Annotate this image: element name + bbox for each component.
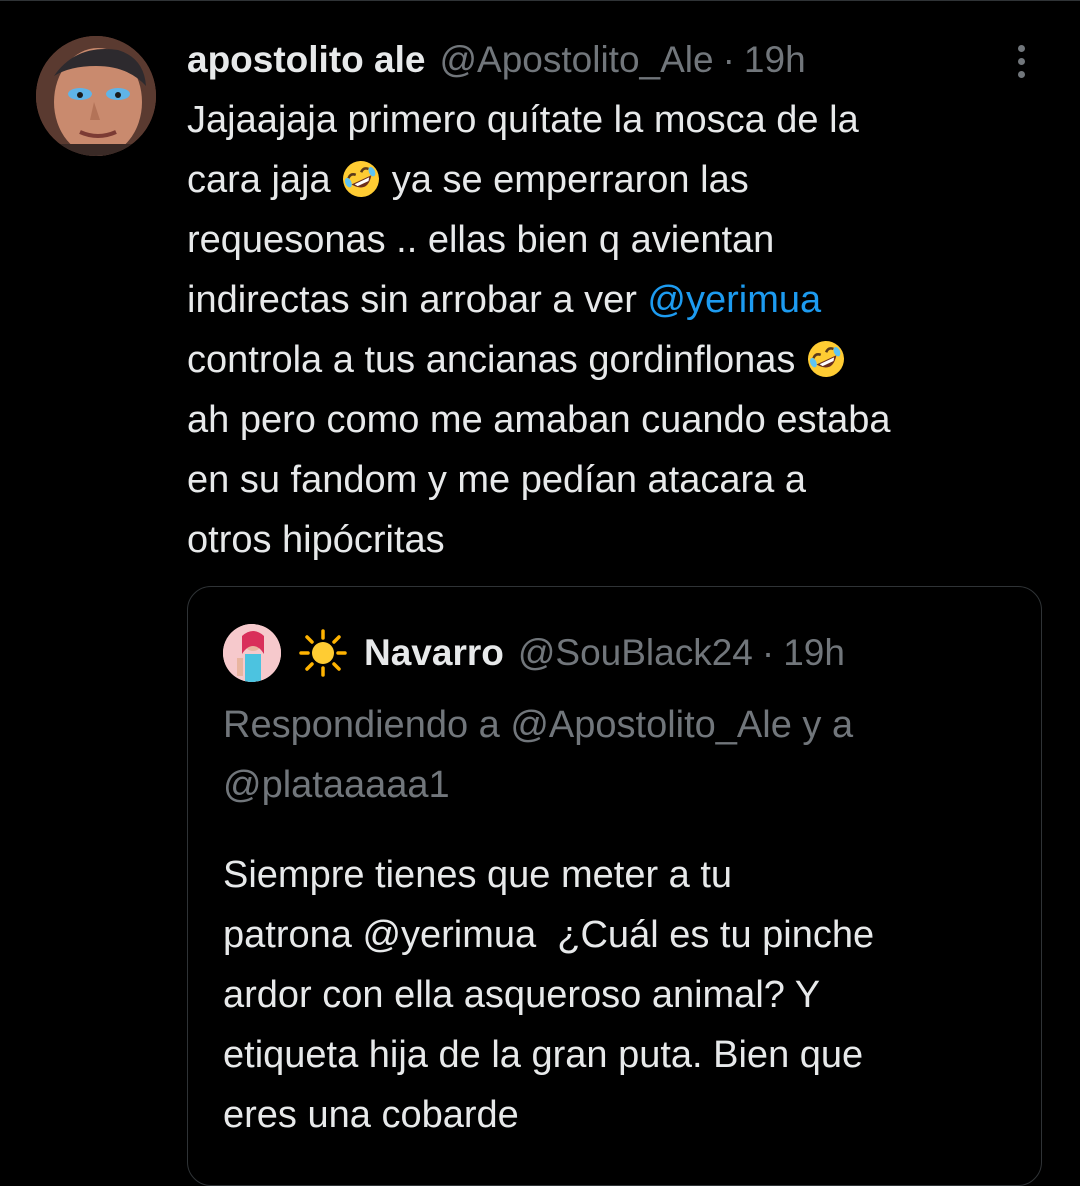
header-separator: ·: [722, 39, 735, 80]
tweet-text-line: en su fandom y me pedían atacara a: [187, 459, 806, 501]
quoted-text-line: ardor con ella asqueroso animal? Y: [223, 974, 821, 1016]
tweet-text-line: ah pero como me amaban cuando estaba: [187, 399, 891, 441]
tweet-text-line: indirectas sin arrobar a ver @yerimua: [187, 279, 822, 321]
quoted-author-display-name[interactable]: Navarro: [364, 632, 504, 674]
tweet-timestamp[interactable]: 19h: [744, 39, 806, 81]
quoted-author-avatar-image: [223, 624, 281, 682]
more-horizontal-icon: [1017, 44, 1025, 52]
quoted-tweet-header: Navarro @SouBlack24 · 19h: [298, 625, 845, 681]
quoted-text-line: etiqueta hija de la gran puta. Bien que: [223, 1034, 864, 1076]
top-divider: [0, 0, 1080, 1]
quoted-text-line: eres una cobarde: [223, 1094, 519, 1136]
tweet-text-line: Jajaajaja primero quítate la mosca de la: [187, 99, 859, 141]
tweet-text-line: cara jaja ya se emperraron las: [187, 150, 1057, 210]
author-display-name[interactable]: apostolito ale: [187, 39, 425, 81]
author-avatar-image: [36, 36, 156, 156]
rolling-on-floor-laughing-emoji: [341, 159, 381, 199]
tweet-text: Jajaajaja primero quítate la mosca de la…: [187, 90, 1057, 570]
quoted-tweet-text: Siempre tienes que meter a tu patrona @y…: [223, 845, 1023, 1145]
author-avatar[interactable]: [36, 36, 156, 156]
quoted-header-separator: ·: [761, 632, 775, 673]
quoted-text-line: patrona @yerimua ¿Cuál es tu pinche: [223, 914, 875, 956]
tweet-header: apostolito ale @Apostolito_Ale · 19h: [187, 32, 806, 88]
mention-link[interactable]: @yerimua: [647, 279, 821, 321]
quoted-author-handle[interactable]: @SouBlack24: [518, 632, 753, 674]
reply-context-line: @plataaaaa1: [223, 764, 450, 806]
author-handle[interactable]: @Apostolito_Ale: [439, 39, 713, 81]
quoted-author-avatar[interactable]: [223, 624, 281, 682]
reply-context: Respondiendo a @Apostolito_Ale y a @plat…: [223, 695, 1023, 815]
tweet-text-line: otros hipócritas: [187, 519, 445, 561]
reply-context-line: Respondiendo a @Apostolito_Ale y a: [223, 704, 854, 746]
quoted-tweet-timestamp[interactable]: 19h: [783, 632, 845, 674]
more-options-button[interactable]: [1006, 40, 1036, 82]
quoted-text-line: Siempre tienes que meter a tu: [223, 854, 733, 896]
tweet-text-line: controla a tus ancianas gordinflonas: [187, 330, 1057, 390]
sun-emoji: [298, 628, 348, 678]
quoted-tweet-card[interactable]: Navarro @SouBlack24 · 19h Respondiendo a…: [187, 586, 1042, 1186]
rolling-on-floor-laughing-emoji: [806, 339, 846, 379]
tweet-text-line: requesonas .. ellas bien q avientan: [187, 219, 775, 261]
